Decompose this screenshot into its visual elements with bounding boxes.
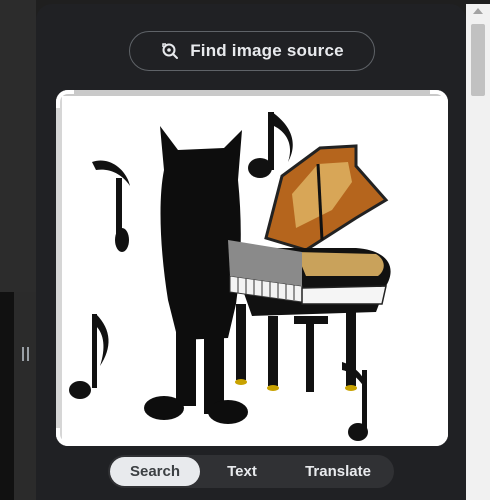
scroll-up-arrow-icon[interactable] [473, 8, 483, 14]
tab-translate[interactable]: Translate [284, 457, 392, 486]
tab-text[interactable]: Text [200, 457, 284, 486]
lens-mode-tabs: Search Text Translate [108, 455, 394, 488]
panel-resize-handle[interactable] [20, 347, 30, 365]
left-page-strip [0, 0, 36, 500]
find-image-source-label: Find image source [190, 41, 344, 60]
crop-corner-top-left[interactable] [56, 90, 74, 108]
right-gutter [490, 0, 500, 500]
find-image-source-button[interactable]: Find image source [129, 31, 375, 71]
panel-scrollbar[interactable] [466, 4, 490, 500]
tab-search[interactable]: Search [110, 457, 200, 486]
cat-piano-image [56, 90, 448, 446]
lens-search-icon [160, 41, 180, 61]
left-page-upper [0, 0, 36, 292]
scrollbar-thumb[interactable] [471, 24, 485, 96]
selected-image[interactable] [56, 90, 448, 446]
left-page-lower [0, 292, 14, 500]
